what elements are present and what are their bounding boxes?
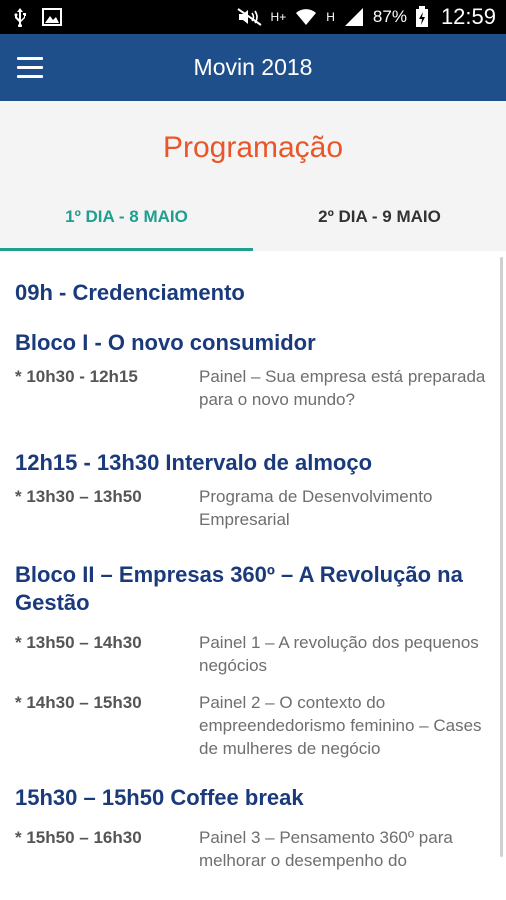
item-description: Painel – Sua empresa está preparada para… xyxy=(199,367,486,409)
scrollbar[interactable] xyxy=(500,257,503,857)
mute-icon xyxy=(236,7,263,27)
section-coffee-break: 15h30 – 15h50 Coffee break xyxy=(15,785,304,810)
schedule-item: * 15h50 – 16h30 Painel 3 – Pensamento 36… xyxy=(15,826,506,872)
network-h-icon: H xyxy=(326,10,335,24)
section-bloco-2: Bloco II – Empresas 360º – A Revolução n… xyxy=(15,562,463,615)
page-title: Programação xyxy=(162,131,344,164)
schedule-item: * 13h30 – 13h50 Programa de Desenvolvime… xyxy=(15,485,506,531)
schedule-item: * 10h30 - 12h15 Painel – Sua empresa est… xyxy=(15,365,506,411)
day-tabs: 1º DIA - 8 MAIO 2º DIA - 9 MAIO xyxy=(0,197,506,251)
hamburger-menu-icon xyxy=(17,57,43,78)
clock: 12:59 xyxy=(440,4,496,29)
item-description: Painel 1 – A revolução dos pequenos negó… xyxy=(199,633,479,675)
tab-day-1[interactable]: 1º DIA - 8 MAIO xyxy=(0,197,253,251)
battery-charging-icon xyxy=(415,6,429,28)
schedule-item: * 14h30 – 15h30 Painel 2 – O contexto do… xyxy=(15,691,506,760)
section-credenciamento: 09h - Credenciamento xyxy=(15,280,245,305)
item-time: * 14h30 – 15h30 xyxy=(15,693,142,712)
item-time: * 10h30 - 12h15 xyxy=(15,367,138,386)
menu-button[interactable] xyxy=(0,34,60,101)
schedule-item: * 13h50 – 14h30 Painel 1 – A revolução d… xyxy=(15,631,506,677)
section-intervalo: 12h15 - 13h30 Intervalo de almoço xyxy=(15,450,373,475)
section-bloco-1: Bloco I - O novo consumidor xyxy=(15,330,316,355)
usb-icon xyxy=(12,7,28,27)
wifi-icon xyxy=(294,7,318,27)
battery-percent: 87% xyxy=(372,7,407,26)
network-hplus-icon: H+ xyxy=(270,10,287,24)
item-description: Programa de Desenvolvimento Empresarial xyxy=(199,487,433,529)
tab-day-2[interactable]: 2º DIA - 9 MAIO xyxy=(253,197,506,251)
app-bar: Movin 2018 xyxy=(0,34,506,101)
schedule-content[interactable]: 09h - Credenciamento Bloco I - O novo co… xyxy=(0,251,506,900)
item-time: * 15h50 – 16h30 xyxy=(15,828,142,847)
item-time: * 13h30 – 13h50 xyxy=(15,487,142,506)
image-icon xyxy=(42,8,62,26)
item-time: * 13h50 – 14h30 xyxy=(15,633,142,652)
status-bar: H+ H 87% 12:59 xyxy=(0,0,506,34)
item-description: Painel 3 – Pensamento 360º para melhorar… xyxy=(199,828,453,870)
item-description: Painel 2 – O contexto do empreendedorism… xyxy=(199,693,482,758)
signal-icon xyxy=(343,7,365,27)
app-title: Movin 2018 xyxy=(193,54,313,80)
header-area: Programação 1º DIA - 8 MAIO 2º DIA - 9 M… xyxy=(0,101,506,251)
